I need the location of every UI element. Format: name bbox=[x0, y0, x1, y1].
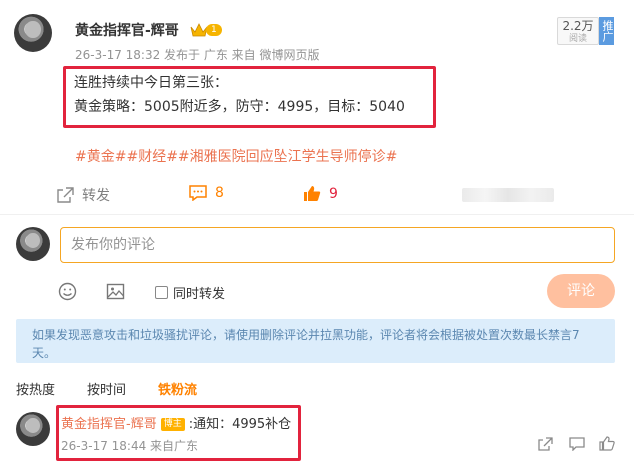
composer-avatar bbox=[16, 227, 50, 261]
author-badge: 博主 bbox=[160, 418, 185, 431]
comment-reply-button[interactable] bbox=[569, 437, 585, 455]
comment-author[interactable]: 黄金指挥官-辉哥 bbox=[61, 417, 157, 432]
share-icon bbox=[538, 437, 553, 451]
blurred-area bbox=[462, 188, 554, 202]
post-text-line2: 黄金策略：5005附近多，防守：4995，目标：5040 bbox=[74, 99, 405, 115]
crown-badge: 1 bbox=[190, 22, 222, 38]
tab-iron-fans[interactable]: 铁粉流 bbox=[158, 379, 197, 398]
author-avatar[interactable] bbox=[14, 14, 52, 52]
like-button[interactable]: 9 bbox=[303, 185, 338, 202]
views-counter: 2.2万 阅读 bbox=[557, 17, 599, 45]
views-label: 阅读 bbox=[568, 34, 587, 44]
repost-button[interactable]: 转发 bbox=[57, 185, 110, 205]
comment-icon bbox=[189, 185, 207, 201]
promote-button[interactable]: 推广 bbox=[599, 17, 614, 45]
same-repost-option[interactable]: 同时转发 bbox=[155, 283, 225, 302]
comment-line: 黄金指挥官-辉哥 博主:通知：4995补仓 bbox=[61, 413, 291, 432]
image-button[interactable] bbox=[106, 282, 125, 305]
views-count: 2.2万 bbox=[562, 19, 594, 33]
moderation-notice: 如果发现恶意攻击和垃圾骚扰评论，请使用删除评论并拉黑功能，评论者将会根据被处置次… bbox=[16, 319, 615, 363]
image-icon bbox=[106, 283, 125, 300]
post-time-source: 26-3-17 18:32 发布于 广东 来自 微博网页版 bbox=[75, 48, 320, 62]
like-count: 9 bbox=[329, 185, 338, 202]
emoji-button[interactable] bbox=[58, 282, 77, 305]
crown-level: 1 bbox=[206, 24, 222, 36]
tab-time[interactable]: 按时间 bbox=[87, 379, 126, 398]
repost-label: 转发 bbox=[82, 188, 110, 204]
same-repost-checkbox[interactable] bbox=[155, 286, 168, 299]
comment-button[interactable]: 8 bbox=[189, 185, 224, 201]
submit-comment-button[interactable]: 评论 bbox=[547, 274, 615, 308]
comment-count: 8 bbox=[215, 185, 224, 201]
divider bbox=[0, 214, 634, 215]
comment-like-button[interactable] bbox=[599, 436, 615, 455]
smile-icon bbox=[58, 282, 77, 301]
comment-repost-button[interactable] bbox=[538, 437, 553, 455]
thumbs-up-icon bbox=[304, 186, 321, 201]
author-name[interactable]: 黄金指挥官-辉哥 bbox=[75, 20, 179, 40]
comment-avatar[interactable] bbox=[16, 412, 50, 446]
share-icon bbox=[57, 187, 74, 203]
thumbs-up-icon bbox=[599, 436, 615, 451]
same-repost-label: 同时转发 bbox=[173, 287, 226, 302]
comment-text: :通知：4995补仓 bbox=[188, 417, 292, 432]
post-topics[interactable]: #黄金##财经##湘雅医院回应坠江学生导师停诊# bbox=[75, 146, 397, 166]
comment-time-source: 26-3-17 18:44 来自广东 bbox=[61, 439, 199, 453]
post-text-line1: 连胜持续中今日第三张： bbox=[74, 75, 228, 91]
comment-icon bbox=[569, 437, 585, 452]
tab-hot[interactable]: 按热度 bbox=[16, 379, 55, 398]
comment-input[interactable]: 发布你的评论 bbox=[60, 227, 615, 263]
